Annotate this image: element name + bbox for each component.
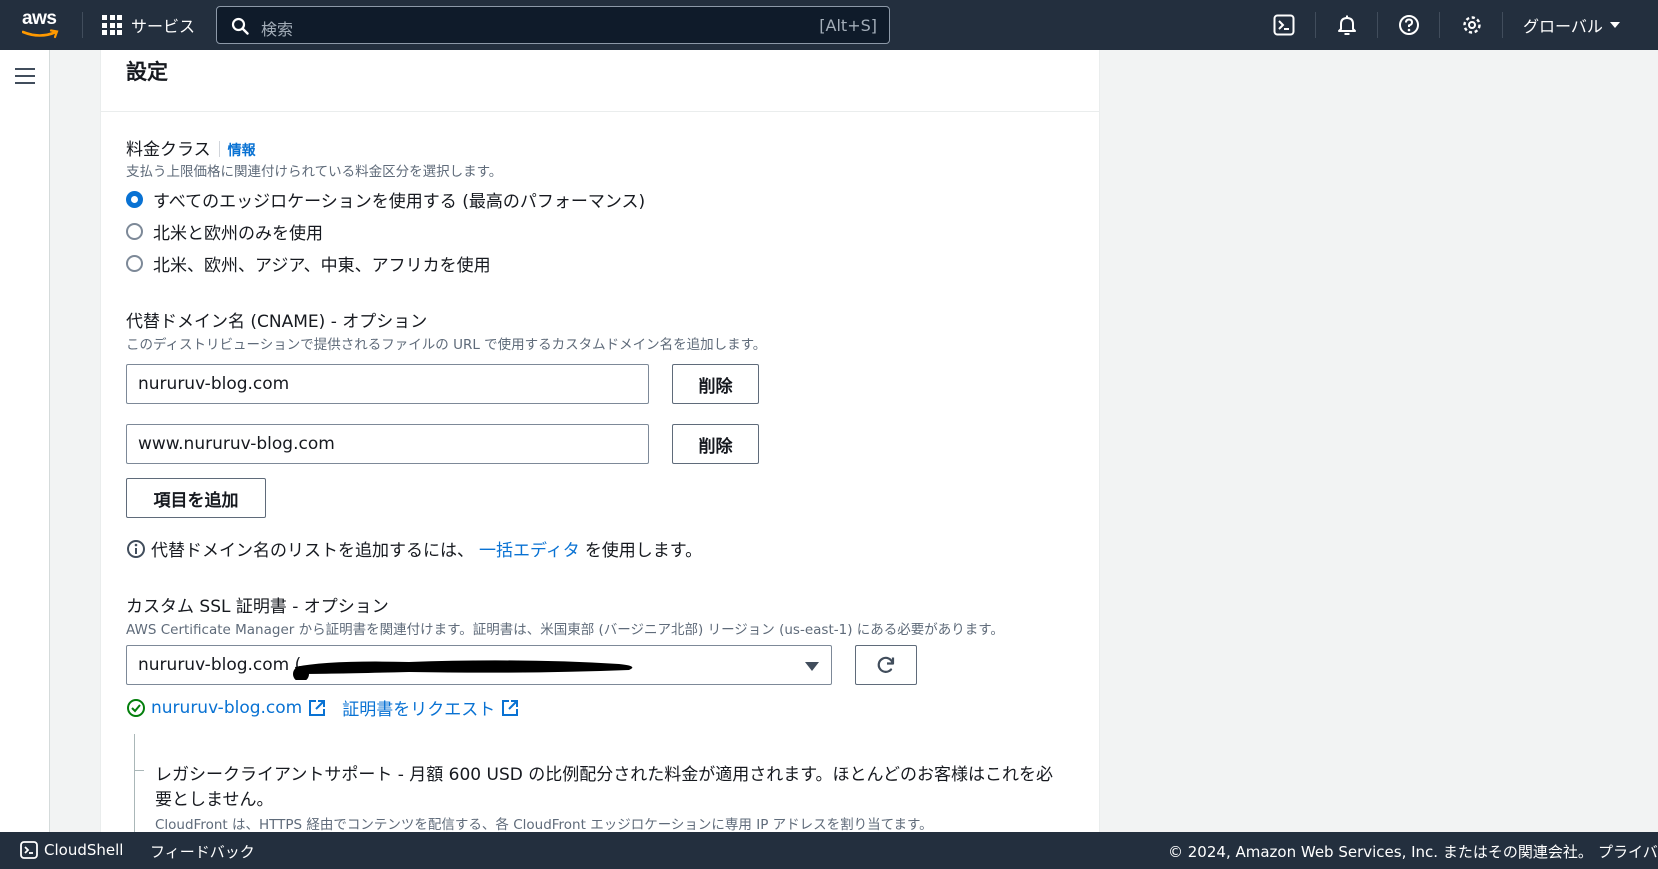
cname-input-1[interactable]: nururuv-blog.com <box>126 364 649 404</box>
search-shortcut: [Alt+S] <box>819 16 877 35</box>
price-class-label: 料金クラス <box>126 140 211 160</box>
cname-input-2[interactable]: www.nururuv-blog.com <box>126 424 649 464</box>
price-class-info-link[interactable]: 情報 <box>228 143 256 159</box>
search-icon <box>231 17 249 35</box>
top-navigation: aws サービス 検索 [Alt+S] グローバル <box>0 0 1658 50</box>
ssl-description: AWS Certificate Manager から証明書を関連付けます。証明書… <box>126 622 1004 638</box>
radio-label: すべてのエッジロケーションを使用する (最高のパフォーマンス) <box>153 192 646 212</box>
certificate-link[interactable]: nururuv-blog.com <box>151 698 302 718</box>
cloudshell-icon[interactable] <box>1272 13 1296 37</box>
remove-cname-1-button[interactable]: 削除 <box>672 364 759 404</box>
nav-divider <box>1377 12 1378 38</box>
ssl-certificate-select[interactable]: nururuv-blog.com ( <box>126 645 832 685</box>
settings-card: 設定 料金クラス 情報 支払う上限価格に関連付けられている料金区分を選択します。 … <box>100 50 1100 832</box>
aws-smile-icon <box>22 29 59 39</box>
radio-label: 北米と欧州のみを使用 <box>153 224 323 244</box>
region-label: グローバル <box>1523 17 1603 36</box>
external-link-icon <box>502 699 519 716</box>
redaction-mark <box>293 660 633 680</box>
nav-divider <box>1315 12 1316 38</box>
bulk-editor-hint: 代替ドメイン名のリストを追加するには、 一括エディタ を使用します。 <box>126 536 702 561</box>
gear-icon[interactable] <box>1460 13 1484 37</box>
help-icon[interactable] <box>1397 13 1421 37</box>
side-navigation-rail <box>0 50 50 832</box>
search-input[interactable]: 検索 [Alt+S] <box>216 6 890 44</box>
region-selector[interactable]: グローバル <box>1523 13 1621 37</box>
ssl-selected-value: nururuv-blog.com ( <box>138 655 302 675</box>
cname-label: 代替ドメイン名 (CNAME) - オプション <box>126 312 428 332</box>
radio-checked <box>126 191 143 208</box>
feedback-link[interactable]: フィードバック <box>150 841 255 862</box>
nav-divider <box>1502 12 1503 38</box>
price-class-description: 支払う上限価格に関連付けられている料金区分を選択します。 <box>126 164 503 180</box>
request-certificate-link[interactable]: 証明書をリクエスト <box>342 695 495 720</box>
services-label: サービス <box>131 17 196 36</box>
legacy-support-description: CloudFront は、HTTPS 経由でコンテンツを配信する、各 Cloud… <box>155 817 933 832</box>
radio-unchecked <box>126 255 143 272</box>
price-class-option-na-eu[interactable]: 北米と欧州のみを使用 <box>126 219 323 244</box>
radio-label: 北米、欧州、アジア、中東、アフリカを使用 <box>153 256 491 276</box>
add-item-button[interactable]: 項目を追加 <box>126 478 266 518</box>
search-placeholder: 検索 <box>261 20 294 39</box>
grid-icon <box>102 15 122 35</box>
indent-line <box>134 734 135 832</box>
hint-suffix: を使用します。 <box>584 541 703 561</box>
footer-bar: CloudShell フィードバック © 2024, Amazon Web Se… <box>0 832 1658 869</box>
services-menu-button[interactable]: サービス <box>102 12 195 38</box>
price-class-option-all[interactable]: すべてのエッジロケーションを使用する (最高のパフォーマンス) <box>126 187 645 212</box>
legacy-support-line2: 要としません。 <box>155 790 274 810</box>
refresh-icon <box>877 656 895 673</box>
cloudshell-icon <box>20 841 38 859</box>
nav-divider <box>82 12 83 38</box>
refresh-certificates-button[interactable] <box>855 645 917 685</box>
bell-icon[interactable] <box>1335 13 1359 37</box>
legacy-support-line1[interactable]: レガシークライアントサポート - 月額 600 USD の比例配分された料金が適… <box>155 760 1053 785</box>
cname-input-value: nururuv-blog.com <box>138 374 290 394</box>
price-class-heading: 料金クラス 情報 <box>126 135 256 160</box>
check-circle-icon <box>127 698 145 717</box>
menu-icon[interactable] <box>15 68 35 84</box>
cname-description: このディストリビューションで提供されるファイルの URL で使用するカスタムドメ… <box>126 337 767 353</box>
remove-cname-2-button[interactable]: 削除 <box>672 424 759 464</box>
nav-divider <box>1439 12 1440 38</box>
external-link-icon <box>309 699 326 716</box>
cloudshell-label: CloudShell <box>44 841 124 859</box>
indent-tick <box>134 770 144 771</box>
caret-down-icon <box>1609 22 1620 28</box>
privacy-link[interactable]: プライバ <box>1598 841 1658 862</box>
cname-input-value: www.nururuv-blog.com <box>138 434 335 454</box>
caret-down-icon <box>805 662 819 671</box>
aws-logo-text: aws <box>22 8 57 29</box>
card-title: 設定 <box>126 60 168 84</box>
card-header: 設定 <box>101 50 1099 112</box>
price-class-option-na-eu-asia[interactable]: 北米、欧州、アジア、中東、アフリカを使用 <box>126 251 491 276</box>
radio-unchecked <box>126 223 143 240</box>
certificate-links: nururuv-blog.com 証明書をリクエスト <box>126 695 519 720</box>
copyright-text: © 2024, Amazon Web Services, Inc. またはその関… <box>1168 843 1593 861</box>
aws-logo[interactable]: aws <box>22 9 64 39</box>
ssl-label: カスタム SSL 証明書 - オプション <box>126 597 389 617</box>
bulk-editor-link[interactable]: 一括エディタ <box>479 536 580 561</box>
info-icon <box>127 539 145 558</box>
cloudshell-button[interactable]: CloudShell <box>20 841 123 859</box>
hint-prefix: 代替ドメイン名のリストを追加するには、 <box>151 541 474 561</box>
